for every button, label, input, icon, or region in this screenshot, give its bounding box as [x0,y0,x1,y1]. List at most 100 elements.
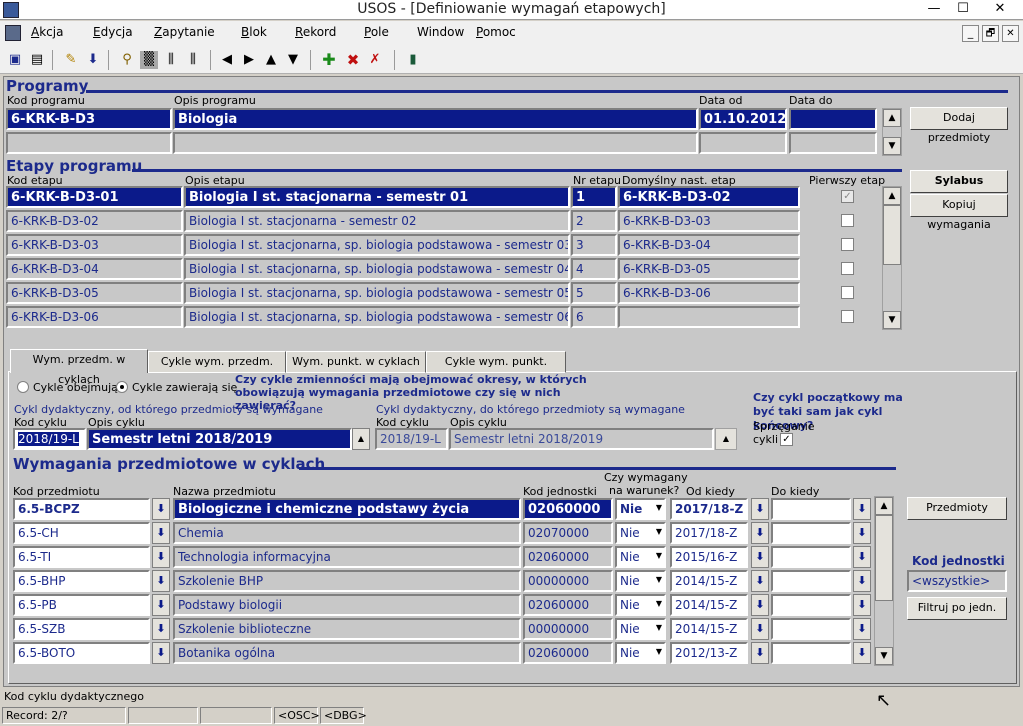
chevron-down-icon[interactable]: ▼ [656,527,662,536]
od-kiedy-field[interactable]: 2012/13-Z [670,642,748,664]
do-kiedy-field[interactable] [771,522,851,544]
cykl-do-spinner[interactable]: ▲ [715,428,737,450]
etap-nast-field[interactable]: 6-KRK-B-D3-06 [618,282,800,304]
etap-nast-field[interactable]: 6-KRK-B-D3-04 [618,234,800,256]
przedmiot-kod-field[interactable]: 6.5-BOTO [13,642,150,664]
kod-jednostki-field[interactable]: 00000000 [523,570,613,592]
kod-jednostki-field[interactable]: 02060000 [523,546,613,568]
sprzeganie-checkbox[interactable]: ✓ [780,433,793,446]
lov-download-icon[interactable]: ⬇ [751,522,769,544]
kopiuj-wymagania-button[interactable]: Kopiuj wymagania [910,194,1008,231]
kod-programu-empty[interactable] [6,132,172,154]
count-icon[interactable]: ⫼ [162,51,180,69]
download-icon[interactable]: ⬇ [84,51,102,69]
od-kiedy-field[interactable]: 2017/18-Z [670,522,748,544]
etap-nast-field[interactable]: 6-KRK-B-D3-03 [618,210,800,232]
etapy-scrollbar[interactable]: ▲ ▼ [882,186,902,330]
przedmiot-kod-field[interactable]: 6.5-PB [13,594,150,616]
data-do-empty[interactable] [789,132,877,154]
radio-cykle-zawieraja[interactable] [116,381,128,393]
radio-cykle-obejmuja[interactable] [17,381,29,393]
pierwszy-etap-checkbox[interactable] [841,310,854,323]
maximize-button[interactable]: ☐ [946,0,980,18]
od-kiedy-field[interactable]: 2014/15-Z [670,570,748,592]
do-kiedy-field[interactable] [771,570,851,592]
prev-block-icon[interactable]: ◀ [218,51,236,69]
etap-nast-field[interactable] [618,306,800,328]
scroll-down-icon[interactable]: ▼ [883,311,901,329]
etap-nast-field[interactable]: 6-KRK-B-D3-02 [618,186,800,208]
cykl-do-kod-field[interactable]: 2018/19-L [375,428,448,450]
scroll-thumb[interactable] [875,515,893,601]
prev-record-icon[interactable]: ▲ [262,51,280,69]
do-kiedy-field[interactable] [771,546,851,568]
menu-pomoc[interactable]: Pomoc [476,25,516,39]
chevron-down-icon[interactable]: ▼ [656,551,662,560]
lov-download-icon[interactable]: ⬇ [152,522,170,544]
od-kiedy-field[interactable]: 2014/15-Z [670,618,748,640]
pierwszy-etap-checkbox[interactable] [841,286,854,299]
tab-cykle-wym-punkt[interactable]: Cykle wym. punkt. [426,351,566,373]
pierwszy-etap-checkbox[interactable] [841,238,854,251]
kod-jednostki-field[interactable]: 02060000 [523,594,613,616]
do-kiedy-field[interactable] [771,498,851,520]
warunek-select[interactable]: Nie ▼ [615,594,666,616]
etap-opis-field[interactable]: Biologia I st. stacjonarna, sp. biologia… [184,306,570,328]
etap-nr-field[interactable]: 5 [571,282,617,304]
mdi-restore-button[interactable]: 🗗 [982,25,999,42]
scroll-up-icon[interactable]: ▲ [883,187,901,205]
menu-blok[interactable]: Blok [241,25,267,39]
do-kiedy-field[interactable] [771,594,851,616]
etap-opis-field[interactable]: Biologia I st. stacjonarna - semestr 02 [184,210,570,232]
do-kiedy-field[interactable] [771,618,851,640]
przedmiot-nazwa-field[interactable]: Technologia informacyjna [173,546,521,568]
lov-download-icon[interactable]: ⬇ [152,594,170,616]
przedmiot-kod-field[interactable]: 6.5-BHP [13,570,150,592]
save-icon[interactable]: ▣ [6,51,24,69]
od-kiedy-field[interactable]: 2015/16-Z [670,546,748,568]
lov-download-icon[interactable]: ⬇ [853,546,871,568]
etap-nast-field[interactable]: 6-KRK-B-D3-05 [618,258,800,280]
lov-download-icon[interactable]: ⬇ [751,594,769,616]
chevron-down-icon[interactable]: ▼ [656,503,662,512]
mdi-minimize-button[interactable]: _ [962,25,979,42]
close-button[interactable]: ✕ [983,0,1017,18]
dodaj-przedmioty-button[interactable]: Dodaj przedmioty [910,107,1008,144]
kod-jednostki-filter-field[interactable]: <wszystkie> [907,570,1007,592]
chevron-down-icon[interactable]: ▼ [656,575,662,584]
lov-download-icon[interactable]: ⬇ [751,618,769,640]
clear-record-icon[interactable]: ✗ [366,51,384,69]
od-kiedy-field[interactable]: 2014/15-Z [670,594,748,616]
przedmiot-nazwa-field[interactable]: Botanika ogólna [173,642,521,664]
execute-query-icon[interactable]: ▒ [140,51,158,69]
cykl-od-opis-field[interactable]: Semestr letni 2018/2019 [87,428,352,450]
warunek-select[interactable]: Nie ▼ [615,642,666,664]
lov-download-icon[interactable]: ⬇ [853,594,871,616]
lov-download-icon[interactable]: ⬇ [853,498,871,520]
etap-opis-field[interactable]: Biologia I st. stacjonarna, sp. biologia… [184,258,570,280]
lov-download-icon[interactable]: ⬇ [751,498,769,520]
etap-kod-field[interactable]: 6-KRK-B-D3-03 [6,234,183,256]
przedmiot-nazwa-field[interactable]: Szkolenie BHP [173,570,521,592]
przedmiot-nazwa-field[interactable]: Podstawy biologii [173,594,521,616]
lov-download-icon[interactable]: ⬇ [152,546,170,568]
etap-kod-field[interactable]: 6-KRK-B-D3-05 [6,282,183,304]
opis-programu-empty[interactable] [173,132,698,154]
pierwszy-etap-checkbox[interactable]: ✓ [841,190,854,203]
menu-edycja[interactable]: Edycja [93,25,133,39]
etap-nr-field[interactable]: 1 [571,186,617,208]
przedmiot-nazwa-field[interactable]: Chemia [173,522,521,544]
etap-kod-field[interactable]: 6-KRK-B-D3-02 [6,210,183,232]
od-kiedy-field[interactable]: 2017/18-Z [670,498,748,520]
etap-opis-field[interactable]: Biologia I st. stacjonarna - semestr 01 [184,186,570,208]
kod-jednostki-field[interactable]: 02060000 [523,642,613,664]
query-icon[interactable]: ⚲ [118,51,136,69]
kod-jednostki-field[interactable]: 00000000 [523,618,613,640]
etap-kod-field[interactable]: 6-KRK-B-D3-06 [6,306,183,328]
menu-rekord[interactable]: Rekord [295,25,336,39]
warunek-select[interactable]: Nie ▼ [615,498,666,520]
lov-download-icon[interactable]: ⬇ [152,498,170,520]
tab-wym-przedm-w-cyklach[interactable]: Wym. przedm. w cyklach [10,349,148,386]
tab-wym-punkt-w-cyklach[interactable]: Wym. punkt. w cyklach [286,351,426,373]
next-record-icon[interactable]: ▼ [284,51,302,69]
